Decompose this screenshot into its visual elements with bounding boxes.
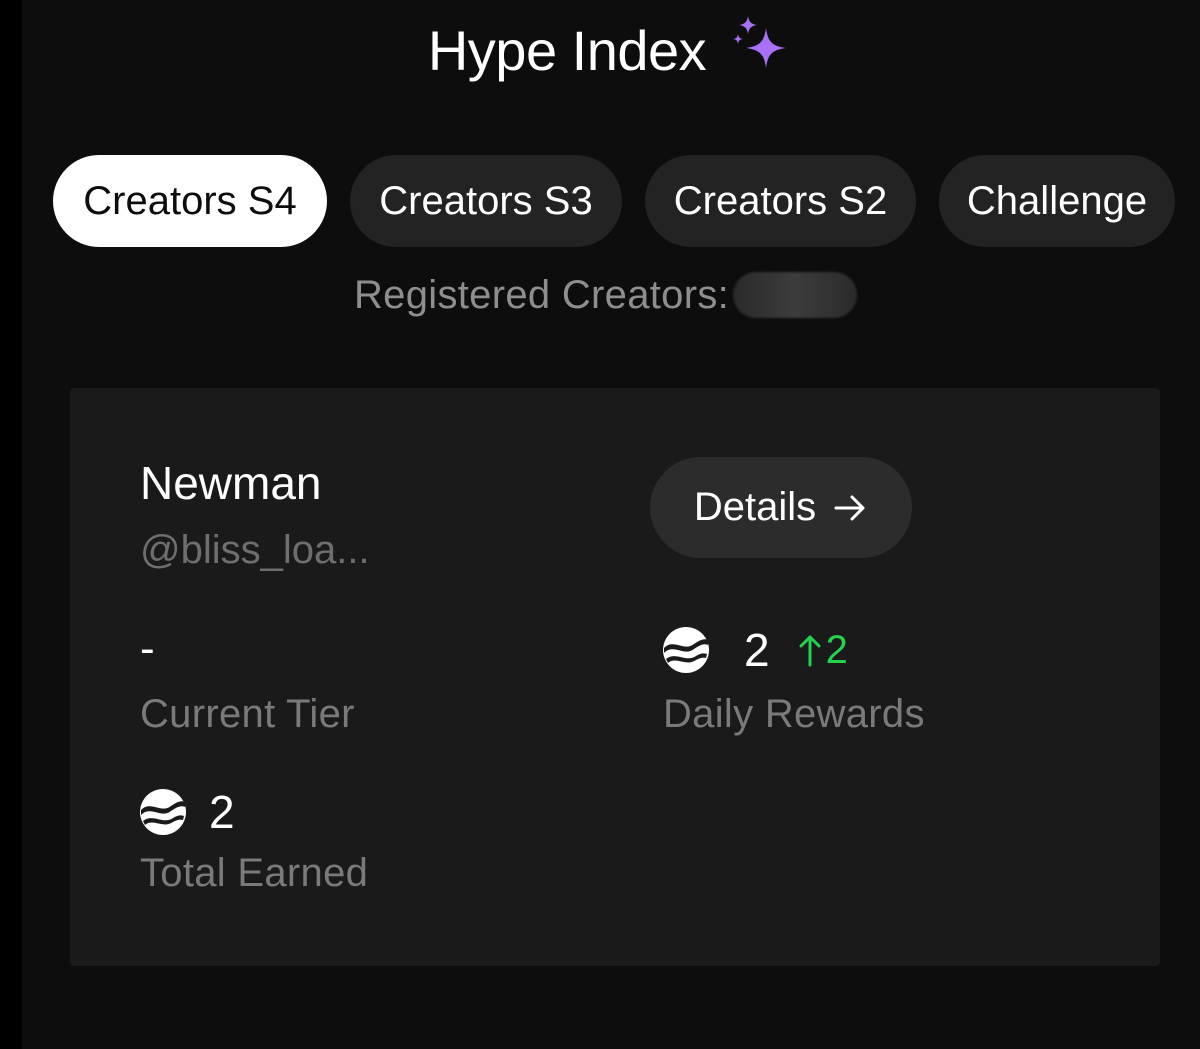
details-button[interactable]: Details: [650, 457, 912, 558]
arrow-right-icon: [834, 495, 865, 520]
current-tier-label: Current Tier: [140, 692, 355, 736]
header: Hype Index: [22, 10, 1200, 90]
daily-rewards-label: Daily Rewards: [663, 692, 925, 736]
daily-rewards-change: 2: [798, 628, 848, 673]
daily-rewards-row: 2 2: [662, 623, 848, 677]
tab-challenge[interactable]: Challenge: [939, 155, 1175, 247]
current-tier-value: -: [140, 624, 155, 673]
daily-rewards-value: 2: [744, 624, 770, 676]
creator-name: Newman: [140, 457, 322, 509]
hype-index-page: Hype Index Creators S4 Creators S3 Creat…: [22, 0, 1200, 1049]
creator-handle: @bliss_loa...: [140, 528, 370, 572]
season-tabs: Creators S4 Creators S3 Creators S2 Chal…: [53, 155, 1175, 247]
up-arrow-icon: [799, 635, 821, 667]
total-earned-row: 2: [139, 785, 235, 839]
total-earned-value: 2: [209, 786, 235, 838]
sparkle-icon: [733, 16, 787, 68]
total-earned-label: Total Earned: [140, 851, 369, 895]
daily-rewards-change-value: 2: [825, 627, 848, 672]
page-title: Hype Index: [427, 18, 707, 82]
tab-creators-s2[interactable]: Creators S2: [645, 155, 916, 247]
coin-icon: [140, 789, 186, 835]
tab-creators-s3[interactable]: Creators S3: [350, 155, 622, 247]
creator-card: Newman @bliss_loa... Details - Current T…: [70, 388, 1160, 966]
tab-creators-s4[interactable]: Creators S4: [53, 155, 327, 247]
details-label: Details: [693, 485, 817, 529]
left-edge: [0, 0, 22, 1049]
coin-icon: [663, 627, 709, 673]
redacted-count: [733, 272, 858, 318]
registered-creators: Registered Creators:: [354, 270, 858, 320]
registered-creators-label: Registered Creators:: [354, 272, 730, 317]
